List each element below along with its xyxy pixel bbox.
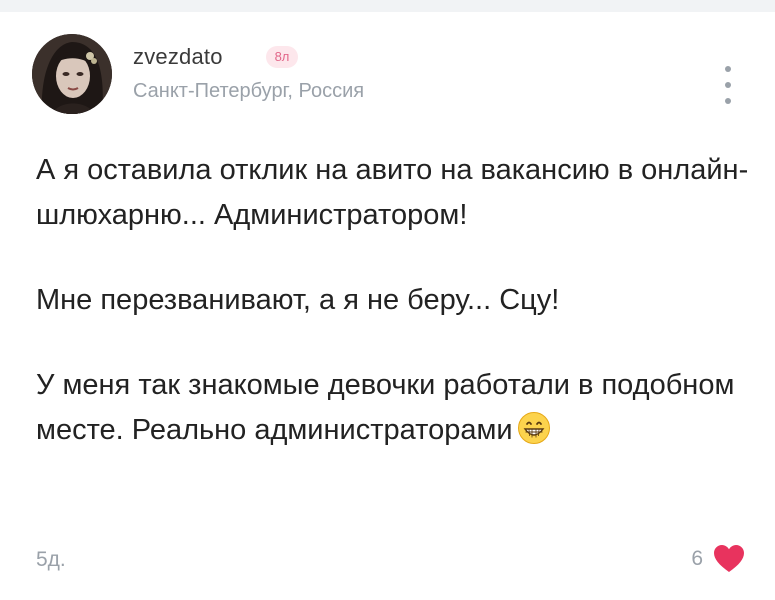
avatar[interactable] (32, 34, 112, 114)
account-age-badge: 8л (266, 46, 298, 68)
post-body: А я оставила отклик на авито на вакансию… (36, 148, 756, 453)
post-paragraph: Мне перезванивают, а я не беру... Сцу! (36, 284, 560, 316)
more-dot-icon (725, 82, 731, 88)
more-dot-icon (725, 66, 731, 72)
heart-icon (714, 545, 744, 572)
top-separator (0, 0, 775, 12)
author-username[interactable]: zvezdato (133, 44, 223, 70)
author-location: Санкт-Петербург, Россия (133, 80, 365, 102)
post-timestamp: 5д. (36, 548, 66, 571)
post-paragraph: У меня так знакомые девочки работали в п… (36, 363, 756, 453)
more-options-button[interactable] (712, 62, 744, 108)
avatar-photo-icon (32, 34, 112, 114)
more-dot-icon (725, 98, 731, 104)
post-card: zvezdato 8л Санкт-Петербург, Россия А я … (0, 12, 775, 600)
post-paragraph: А я оставила отклик на авито на вакансию… (36, 154, 749, 231)
like-button[interactable]: 6 (691, 542, 745, 576)
likes-count: 6 (691, 547, 703, 570)
post-paragraph-text: У меня так знакомые девочки работали в п… (36, 369, 735, 446)
grinning-face-emoji-icon (517, 411, 551, 445)
